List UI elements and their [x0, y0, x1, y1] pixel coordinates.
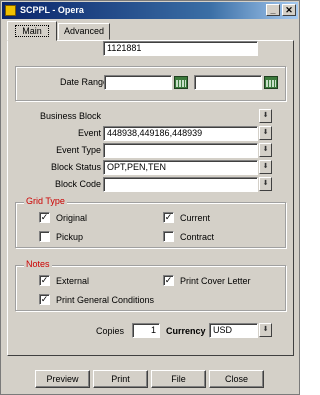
preview-button[interactable]: Preview [35, 370, 90, 388]
print-button[interactable]: Print [93, 370, 148, 388]
business-block-lov-icon[interactable]: ⬇ [259, 109, 272, 123]
calendar-from-icon[interactable] [174, 76, 188, 89]
minimize-button[interactable]: _ [266, 4, 280, 16]
print-general-conditions-label: Print General Conditions [56, 295, 155, 305]
pickup-checkbox[interactable] [39, 231, 50, 242]
event-input[interactable]: 448938,449186,448939 [103, 126, 258, 141]
event-lov-icon[interactable]: ⬇ [259, 126, 272, 140]
calendar-to-icon[interactable] [264, 76, 278, 89]
grid-type-title: Grid Type [24, 196, 67, 206]
copies-label: Copies [96, 326, 125, 336]
original-label: Original [56, 213, 88, 223]
main-tab-panel: Date Range Business Block 1121881 ⬇ Even… [7, 40, 294, 356]
event-type-label: Event Type [56, 145, 101, 155]
copies-input[interactable]: 1 [132, 323, 160, 338]
currency-input[interactable]: USD [209, 323, 258, 338]
external-label: External [56, 276, 90, 286]
close-window-button[interactable]: ✕ [282, 4, 296, 16]
block-code-label: Block Code [54, 179, 101, 189]
close-button[interactable]: Close [209, 370, 264, 388]
event-type-lov-icon[interactable]: ⬇ [259, 143, 272, 157]
grid-type-group: Grid Type ✓ Original ✓ Current Pickup Co… [15, 196, 286, 248]
date-from-input[interactable] [104, 75, 172, 90]
date-to-input[interactable] [194, 75, 262, 90]
contract-checkbox[interactable] [163, 231, 174, 242]
business-block-input[interactable]: 1121881 [103, 41, 258, 56]
block-code-input[interactable] [103, 177, 258, 192]
tab-main-label: Main [15, 25, 49, 37]
current-checkbox[interactable]: ✓ [163, 212, 174, 223]
block-status-input[interactable]: OPT,PEN,TEN [103, 160, 258, 175]
opera-app-icon [5, 5, 16, 16]
report-dialog-window: SCPPL - Opera _ ✕ Main Advanced Date Ran… [0, 0, 300, 395]
block-status-label: Block Status [50, 162, 101, 172]
original-checkbox[interactable]: ✓ [39, 212, 50, 223]
current-label: Current [180, 213, 211, 223]
notes-group: Notes ✓ External ✓ Print Cover Letter ✓ … [15, 259, 286, 311]
currency-lov-icon[interactable]: ⬇ [259, 323, 272, 337]
tab-main[interactable]: Main [7, 21, 57, 41]
print-cover-letter-checkbox[interactable]: ✓ [163, 275, 174, 286]
tab-advanced-label: Advanced [63, 26, 105, 36]
title-bar[interactable]: SCPPL - Opera _ ✕ [2, 2, 298, 19]
block-code-lov-icon[interactable]: ⬇ [259, 177, 272, 191]
date-range-label: Date Range [59, 77, 108, 87]
tab-advanced[interactable]: Advanced [58, 23, 110, 40]
print-cover-letter-label: Print Cover Letter [180, 276, 251, 286]
event-label: Event [77, 128, 101, 138]
business-block-label: Business Block [39, 111, 101, 121]
event-type-input[interactable] [103, 143, 258, 158]
currency-label: Currency [166, 326, 206, 336]
contract-label: Contract [180, 232, 215, 242]
block-status-lov-icon[interactable]: ⬇ [259, 160, 272, 174]
pickup-label: Pickup [56, 232, 84, 242]
external-checkbox[interactable]: ✓ [39, 275, 50, 286]
notes-title: Notes [24, 259, 52, 269]
date-range-group: Date Range [15, 66, 286, 101]
print-general-conditions-checkbox[interactable]: ✓ [39, 294, 50, 305]
file-button[interactable]: File [151, 370, 206, 388]
window-title: SCPPL - Opera [20, 5, 84, 15]
